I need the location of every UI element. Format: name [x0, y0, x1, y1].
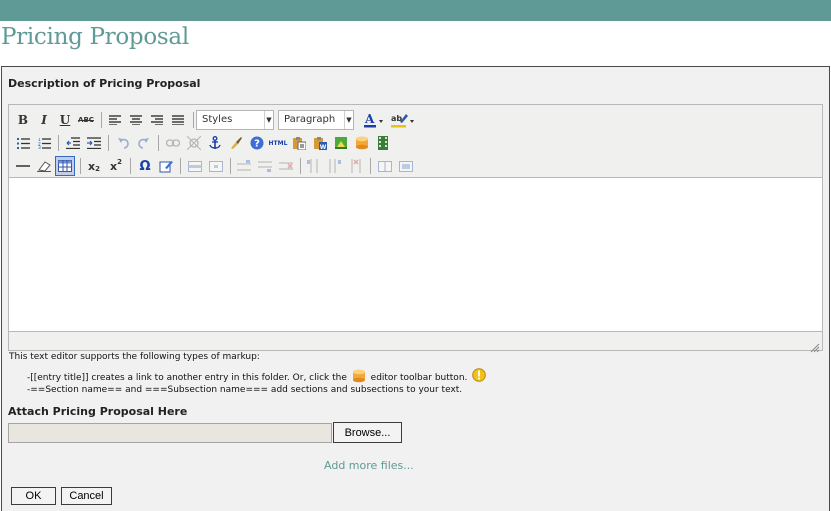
description-label: Description of Pricing Proposal	[8, 77, 201, 90]
split-cells-icon[interactable]	[375, 156, 395, 176]
chevron-down-icon: ▼	[344, 111, 353, 129]
toolbar-separator	[80, 158, 81, 174]
align-right-icon[interactable]	[147, 110, 167, 130]
svg-text:W: W	[320, 144, 327, 150]
insert-row-after-icon[interactable]	[255, 156, 275, 176]
chevron-down-icon: ▼	[264, 111, 273, 129]
text-color-icon[interactable]: A	[361, 110, 387, 130]
rich-text-editor: B I U ABC Styles ▼ Paragraph ▼ A ab 123	[8, 104, 823, 353]
anchor-icon[interactable]	[205, 133, 225, 153]
toolbar-separator	[108, 135, 109, 151]
toolbar-separator	[158, 135, 159, 151]
superscript-icon[interactable]: x2	[106, 156, 126, 176]
toolbar-separator	[300, 158, 301, 174]
paste-word-icon[interactable]: W	[310, 133, 330, 153]
markup-help-link-line: -[[entry title]] creates a link to anoth…	[27, 368, 487, 383]
browse-button[interactable]: Browse...	[333, 422, 402, 443]
edit-icon[interactable]	[156, 156, 176, 176]
resize-handle-icon[interactable]	[810, 338, 820, 353]
format-select[interactable]: Paragraph ▼	[278, 110, 354, 130]
delete-col-icon[interactable]	[346, 156, 366, 176]
indent-icon[interactable]	[84, 133, 104, 153]
svg-text:3: 3	[38, 145, 41, 149]
delete-row-icon[interactable]	[276, 156, 296, 176]
toolbar-separator	[101, 112, 102, 128]
row-props-icon[interactable]	[185, 156, 205, 176]
align-left-icon[interactable]	[105, 110, 125, 130]
toolbar-separator	[193, 112, 194, 128]
svg-text:A: A	[364, 112, 375, 126]
strikethrough-icon[interactable]: ABC	[76, 110, 96, 130]
unlink-icon[interactable]	[184, 133, 204, 153]
toolbar-separator	[230, 158, 231, 174]
toolbar-separator	[130, 158, 131, 174]
editor-content-area[interactable]	[9, 177, 822, 332]
cell-props-icon[interactable]	[206, 156, 226, 176]
highlight-icon[interactable]: ab	[389, 110, 417, 130]
page-title: Pricing Proposal	[1, 24, 189, 50]
file-path-field[interactable]	[8, 423, 332, 443]
redo-icon[interactable]	[134, 133, 154, 153]
markup-help-link-text: -[[entry title]] creates a link to anoth…	[27, 373, 347, 383]
toolbar-separator	[180, 158, 181, 174]
horizontal-rule-icon[interactable]	[13, 156, 33, 176]
markup-help-intro: This text editor supports the following …	[9, 352, 260, 362]
info-icon[interactable]	[472, 368, 487, 382]
toolbar-separator	[370, 158, 371, 174]
italic-icon[interactable]: I	[34, 110, 54, 130]
add-more-files-link[interactable]: Add more files...	[324, 459, 414, 472]
wiki-link-icon[interactable]	[352, 133, 372, 153]
underline-icon[interactable]: U	[55, 110, 75, 130]
insert-image-icon[interactable]	[331, 133, 351, 153]
markup-help-button-text: editor toolbar button.	[370, 373, 468, 383]
cancel-button[interactable]: Cancel	[61, 487, 112, 505]
top-banner	[0, 0, 831, 21]
special-char-icon[interactable]: Ω	[135, 156, 155, 176]
insert-row-before-icon[interactable]	[234, 156, 254, 176]
paste-text-icon[interactable]	[289, 133, 309, 153]
styles-select-value: Styles	[202, 114, 233, 125]
html-icon[interactable]: HTML	[268, 133, 288, 153]
outdent-icon[interactable]	[63, 133, 83, 153]
bold-icon[interactable]: B	[13, 110, 33, 130]
subscript-icon[interactable]: x2	[84, 156, 104, 176]
numbered-list-icon[interactable]: 123	[34, 133, 54, 153]
editor-toolbar: B I U ABC Styles ▼ Paragraph ▼ A ab 123	[9, 105, 822, 177]
ok-button[interactable]: OK	[11, 487, 56, 505]
table-icon[interactable]	[55, 156, 75, 176]
link-icon[interactable]	[163, 133, 183, 153]
align-center-icon[interactable]	[126, 110, 146, 130]
markup-help-section-line: -==Section name== and ===Subsection name…	[27, 385, 463, 395]
wiki-link-icon	[352, 369, 366, 383]
media-icon[interactable]	[373, 133, 393, 153]
insert-col-before-icon[interactable]	[304, 156, 324, 176]
merge-cells-icon[interactable]	[396, 156, 416, 176]
toolbar-separator	[58, 135, 59, 151]
cleanup-icon[interactable]	[226, 133, 246, 153]
insert-col-after-icon[interactable]	[325, 156, 345, 176]
bullet-list-icon[interactable]	[13, 133, 33, 153]
format-select-value: Paragraph	[284, 114, 336, 125]
form-panel: Description of Pricing Proposal B I U AB…	[1, 66, 830, 511]
undo-icon[interactable]	[113, 133, 133, 153]
styles-select[interactable]: Styles ▼	[196, 110, 274, 130]
remove-format-icon[interactable]	[34, 156, 54, 176]
svg-text:?: ?	[254, 139, 260, 150]
attach-label: Attach Pricing Proposal Here	[8, 405, 188, 418]
help-icon[interactable]: ?	[247, 133, 267, 153]
align-justify-icon[interactable]	[168, 110, 188, 130]
